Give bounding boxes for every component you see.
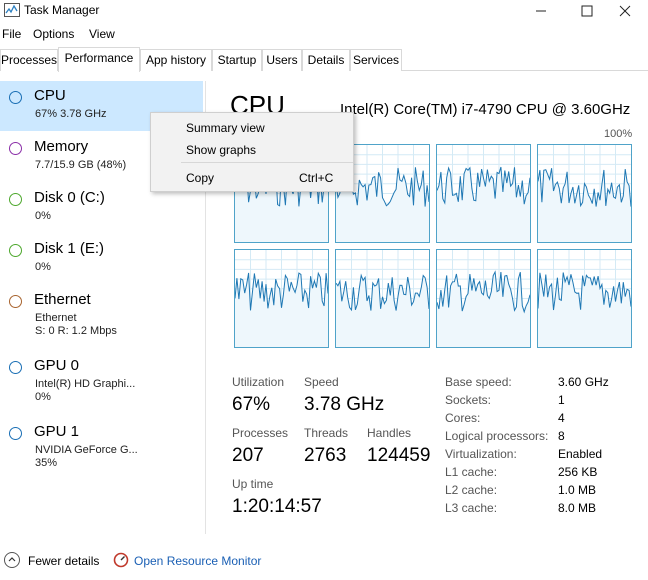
- processes-value: 207: [232, 445, 264, 466]
- resource-detail: NVIDIA GeForce G...: [35, 444, 138, 456]
- processes-label: Processes: [232, 426, 289, 440]
- resource-name: Disk 1 (E:): [34, 240, 105, 257]
- resource-name: Disk 0 (C:): [34, 189, 105, 206]
- spec-value: 3.60 GHz: [558, 375, 609, 389]
- menu-separator: [181, 162, 353, 163]
- uptime-label: Up time: [232, 477, 274, 491]
- resource-ethernet[interactable]: Ethernet Ethernet S: 0 R: 1.2 Mbps: [0, 285, 203, 345]
- resource-name: Memory: [34, 138, 89, 155]
- resource-throughput: S: 0 R: 1.2 Mbps: [35, 325, 117, 337]
- cpu-model: Intel(R) Core(TM) i7-4790 CPU @ 3.60GHz: [340, 101, 631, 118]
- gpu-graph-icon: [9, 427, 22, 440]
- resource-detail: 7.7/15.9 GB (48%): [35, 159, 127, 171]
- resource-disk-1[interactable]: Disk 1 (E:) 0%: [0, 234, 203, 284]
- tab-users[interactable]: Users: [262, 49, 302, 71]
- spec-value: Enabled: [558, 447, 603, 461]
- cpu-core-graph: [335, 249, 430, 348]
- spec-value: 4: [558, 411, 565, 425]
- tab-processes[interactable]: Processes: [0, 49, 58, 71]
- resource-detail: Ethernet: [35, 312, 77, 324]
- resource-detail: 0%: [35, 210, 51, 222]
- spec-label: Base speed:: [445, 375, 512, 389]
- utilization-label: Utilization: [232, 375, 285, 389]
- task-manager-icon: [4, 3, 20, 17]
- resource-name: CPU: [34, 87, 66, 104]
- spec-label: L2 cache:: [445, 483, 498, 497]
- spec-label: L3 cache:: [445, 501, 498, 515]
- copy-menu-item[interactable]: Copy: [186, 171, 214, 185]
- menu-bar: File Options View: [0, 25, 648, 43]
- tab-app-history[interactable]: App history: [140, 49, 212, 71]
- spec-value: 8.0 MB: [558, 501, 597, 515]
- spec-label: Virtualization:: [445, 447, 517, 461]
- fewer-details-link[interactable]: Fewer details: [28, 554, 99, 568]
- disk-graph-icon: [9, 193, 22, 206]
- resource-name: GPU 1: [34, 423, 80, 440]
- ethernet-graph-icon: [9, 295, 22, 308]
- spec-label: Cores:: [445, 411, 481, 425]
- resource-gpu-0[interactable]: GPU 0 Intel(R) HD Graphi... 0%: [0, 351, 203, 411]
- spec-label: Sockets:: [445, 393, 492, 407]
- speed-value: 3.78 GHz: [304, 394, 385, 415]
- spec-value: 256 KB: [558, 465, 598, 479]
- window-title: Task Manager: [24, 3, 100, 17]
- tab-bar: Processes Performance App history Startu…: [0, 47, 648, 72]
- resource-detail: 67% 3.78 GHz: [35, 108, 107, 120]
- summary-view-menu-item[interactable]: Summary view: [186, 121, 265, 135]
- threads-label: Threads: [304, 426, 349, 440]
- tab-performance[interactable]: Performance: [58, 47, 140, 72]
- resource-monitor-icon[interactable]: [113, 552, 129, 568]
- show-graphs-menu-item[interactable]: Show graphs: [186, 143, 256, 157]
- gpu-graph-icon: [9, 361, 22, 374]
- spec-label: L1 cache:: [445, 465, 498, 479]
- resource-detail: Intel(R) HD Graphi...: [35, 378, 136, 390]
- cpu-core-graph: [436, 144, 531, 243]
- minimize-button[interactable]: [518, 0, 564, 22]
- tab-startup[interactable]: Startup: [212, 49, 262, 71]
- resource-usage: 0%: [35, 391, 51, 403]
- memory-graph-icon: [9, 142, 22, 155]
- cpu-graph-icon: [9, 91, 22, 104]
- context-menu: Summary view Show graphs Copy Ctrl+C: [150, 112, 354, 192]
- cpu-core-graph: [537, 249, 632, 348]
- cpu-core-graph: [537, 144, 632, 243]
- resource-gpu-1[interactable]: GPU 1 NVIDIA GeForce G... 35%: [0, 417, 203, 477]
- collapse-chevron-icon[interactable]: [4, 552, 20, 568]
- menu-view[interactable]: View: [89, 27, 115, 41]
- utilization-value: 67%: [232, 394, 271, 415]
- uptime-value: 1:20:14:57: [232, 496, 322, 517]
- threads-value: 2763: [304, 445, 347, 466]
- spec-label: Logical processors:: [445, 429, 549, 443]
- footer: Fewer details Open Resource Monitor: [0, 548, 648, 576]
- handles-label: Handles: [367, 426, 412, 440]
- speed-label: Speed: [304, 375, 339, 389]
- graph-max-label: 100%: [604, 128, 633, 140]
- cpu-core-graph: [436, 249, 531, 348]
- menu-options[interactable]: Options: [33, 27, 74, 41]
- tab-services[interactable]: Services: [350, 49, 402, 71]
- resource-name: Ethernet: [34, 291, 91, 308]
- title-bar: Task Manager: [0, 0, 648, 22]
- menu-file[interactable]: File: [2, 27, 21, 41]
- spec-value: 1.0 MB: [558, 483, 597, 497]
- close-button[interactable]: [602, 0, 648, 22]
- spec-value: 1: [558, 393, 565, 407]
- resource-name: GPU 0: [34, 357, 80, 374]
- disk-graph-icon: [9, 244, 22, 257]
- cpu-core-graph: [234, 249, 329, 348]
- open-resource-monitor-link[interactable]: Open Resource Monitor: [134, 554, 261, 568]
- resource-detail: 0%: [35, 261, 51, 273]
- handles-value: 124459: [367, 445, 431, 466]
- copy-shortcut: Ctrl+C: [299, 171, 334, 185]
- resource-usage: 35%: [35, 457, 58, 469]
- tab-details[interactable]: Details: [302, 49, 350, 71]
- spec-value: 8: [558, 429, 565, 443]
